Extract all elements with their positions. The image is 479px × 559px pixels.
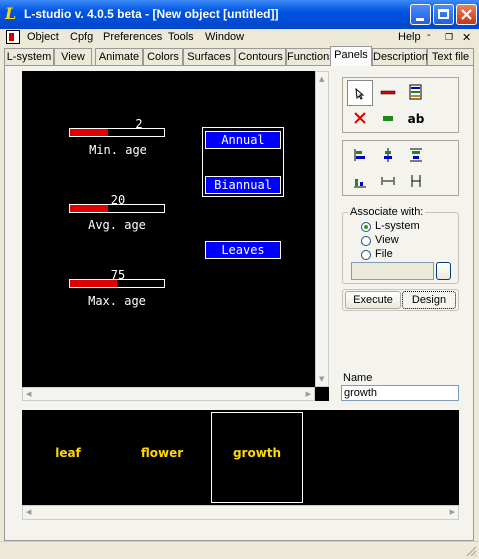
file-path-field[interactable]	[351, 262, 434, 280]
tab-view[interactable]: View	[54, 48, 92, 65]
menu-tools[interactable]: Tools	[168, 31, 194, 43]
menu-window[interactable]: Window	[205, 31, 244, 43]
maximize-button[interactable]	[433, 4, 454, 25]
leaves-button[interactable]: Leaves	[205, 241, 281, 259]
mdi-close-icon[interactable]: ✕	[462, 31, 471, 44]
align-palette	[342, 140, 459, 196]
scroll-down-icon[interactable]: ▼	[319, 375, 324, 383]
space-vertical-icon[interactable]	[403, 169, 429, 195]
slider-max-age-label: Max. age	[88, 294, 146, 308]
maximize-icon	[438, 9, 449, 19]
document-icon[interactable]	[6, 30, 20, 44]
tab-functions[interactable]: Functions	[286, 48, 335, 65]
label-tool-icon[interactable]: ab	[403, 106, 429, 132]
menu-cpfg[interactable]: Cpfg	[70, 31, 93, 43]
radio-view[interactable]	[361, 236, 371, 246]
name-input[interactable]: growth	[341, 385, 459, 401]
radio-file[interactable]	[361, 250, 371, 260]
panel-item-flower[interactable]: flower	[122, 446, 202, 460]
slider-tool-icon[interactable]	[375, 80, 401, 106]
menu-object[interactable]: Object	[27, 31, 59, 43]
tab-text-file[interactable]: Text file	[427, 48, 474, 65]
panel-item-leaf[interactable]: leaf	[28, 446, 108, 460]
delete-icon[interactable]	[347, 106, 373, 132]
minimize-icon	[416, 18, 424, 21]
status-bar	[0, 541, 479, 559]
design-button[interactable]: Design	[402, 291, 456, 309]
execute-button[interactable]: Execute	[345, 291, 401, 309]
button-tool-icon[interactable]	[375, 106, 401, 132]
tab-description[interactable]: Description	[372, 48, 428, 65]
radio-lsystem-label[interactable]: L-system	[375, 220, 420, 232]
slider-min-age-fill	[70, 129, 108, 136]
minimize-button[interactable]	[410, 4, 431, 25]
panel-list-horizontal-scrollbar[interactable]: ◀ ▶	[22, 505, 459, 520]
slider-avg-age[interactable]	[69, 204, 165, 213]
list-scroll-right-icon[interactable]: ▶	[450, 508, 455, 516]
biannual-button[interactable]: Biannual	[205, 176, 281, 194]
close-icon	[461, 9, 472, 20]
select-arrow-icon[interactable]	[347, 80, 373, 106]
slider-min-age-label: Min. age	[89, 143, 147, 157]
align-top-icon[interactable]	[403, 143, 429, 169]
align-center-icon[interactable]	[375, 143, 401, 169]
align-left-icon[interactable]	[347, 143, 373, 169]
associate-title: Associate with:	[348, 206, 426, 218]
resize-grip-icon[interactable]	[465, 545, 477, 557]
slider-avg-age-label: Avg. age	[88, 218, 146, 232]
slider-max-age-fill	[70, 280, 117, 287]
list-scroll-left-icon[interactable]: ◀	[26, 508, 31, 516]
slider-max-age[interactable]	[69, 279, 165, 288]
menu-preferences[interactable]: Preferences	[103, 31, 162, 43]
scroll-right-icon[interactable]: ▶	[306, 390, 311, 398]
name-label: Name	[343, 372, 373, 384]
scroll-up-icon[interactable]: ▲	[319, 75, 324, 83]
window-title: L-studio v. 4.0.5 beta - [New object [un…	[24, 7, 279, 21]
scroll-left-icon[interactable]: ◀	[26, 390, 31, 398]
tab-panels[interactable]: Panels	[330, 46, 372, 66]
canvas-vertical-scrollbar[interactable]: ▲ ▼	[315, 71, 329, 387]
tab-contours[interactable]: Contours	[235, 48, 286, 65]
tab-lsystem[interactable]: L-system	[4, 48, 54, 65]
radio-file-label[interactable]: File	[375, 248, 393, 260]
space-horizontal-icon[interactable]	[375, 169, 401, 195]
panel-design-canvas[interactable]: 2 Min. age 20 Avg. age 75 Max. age Annua…	[22, 71, 329, 401]
tab-colors[interactable]: Colors	[143, 48, 183, 65]
panel-list: leaf flower growth	[22, 410, 459, 520]
radio-view-label[interactable]: View	[375, 234, 399, 246]
menu-bar: Object Cpfg Preferences Tools Window Hel…	[0, 29, 479, 46]
tool-palette: ab	[342, 77, 459, 133]
mdi-minimize-icon[interactable]: -	[427, 29, 431, 41]
slider-min-age[interactable]	[69, 128, 165, 137]
tab-animate[interactable]: Animate	[95, 48, 143, 65]
panel-item-growth[interactable]: growth	[217, 446, 297, 460]
main-window: L L-studio v. 4.0.5 beta - [New object […	[0, 0, 479, 559]
app-logo-icon: L	[5, 4, 17, 23]
menu-help[interactable]: Help	[398, 31, 421, 43]
annual-button[interactable]: Annual	[205, 131, 281, 149]
tab-surfaces[interactable]: Surfaces	[183, 48, 235, 65]
align-bottom-icon[interactable]	[347, 169, 373, 195]
radio-lsystem[interactable]	[361, 222, 371, 232]
close-button[interactable]	[456, 4, 477, 25]
slider-avg-age-fill	[70, 205, 108, 212]
title-bar[interactable]: L L-studio v. 4.0.5 beta - [New object […	[0, 0, 479, 29]
mdi-restore-icon[interactable]: ❐	[445, 32, 453, 43]
menu-tool-icon[interactable]	[403, 80, 429, 106]
canvas-horizontal-scrollbar[interactable]: ◀ ▶	[22, 387, 315, 401]
browse-button[interactable]	[436, 262, 451, 280]
